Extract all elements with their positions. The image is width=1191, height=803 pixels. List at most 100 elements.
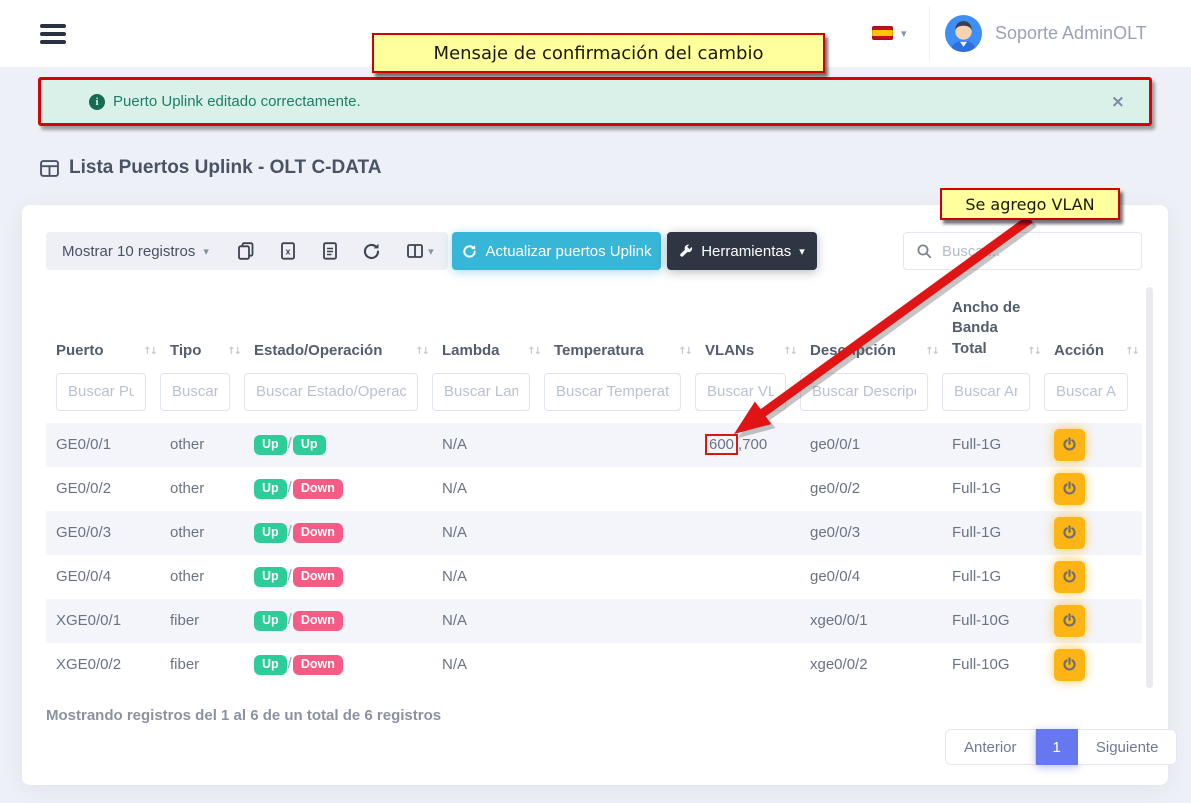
power-toggle-button[interactable] <box>1054 561 1085 593</box>
table-info-text: Mostrando registros del 1 al 6 de un tot… <box>46 707 441 724</box>
sort-icon[interactable]: ↑↓ <box>415 346 428 357</box>
column-header-vlans[interactable]: VLANs↑↓ <box>695 290 800 373</box>
operation-badge: Down <box>293 567 343 587</box>
cell-lambda: N/A <box>432 555 544 599</box>
cell-estado-operacion: Up/Down <box>244 467 432 511</box>
column-header-lambda[interactable]: Lambda↑↓ <box>432 290 544 373</box>
close-icon[interactable]: × <box>1111 92 1125 112</box>
tools-dropdown-button[interactable]: Herramientas ▾ <box>667 232 817 270</box>
column-visibility-button[interactable]: ▾ <box>393 232 447 270</box>
operation-badge: Down <box>293 479 343 499</box>
sort-icon[interactable]: ↑↓ <box>143 346 156 357</box>
cell-lambda: N/A <box>432 643 544 687</box>
power-icon <box>1062 437 1077 452</box>
cell-ancho-banda: Full-1G <box>942 467 1044 511</box>
sort-icon[interactable]: ↑↓ <box>678 346 691 357</box>
cell-accion <box>1044 511 1142 555</box>
sort-icon[interactable]: ↑↓ <box>925 346 938 357</box>
chevron-down-icon: ▾ <box>799 245 805 258</box>
language-dropdown[interactable]: ▾ <box>872 26 907 40</box>
entries-dropdown[interactable]: Mostrar 10 registros ▾ <box>46 243 225 260</box>
power-icon <box>1062 525 1077 540</box>
cell-estado-operacion: Up/Up <box>244 423 432 467</box>
header-row: Puerto↑↓ Tipo↑↓ Estado/Operación↑↓ Lambd… <box>46 290 1142 373</box>
table-scrollbar[interactable] <box>1146 287 1153 688</box>
filter-vlans-input[interactable] <box>695 373 786 411</box>
table-row: XGE0/0/1 fiber Up/Down N/A xge0/0/1 Full… <box>46 599 1142 643</box>
cell-descripcion: ge0/0/3 <box>800 511 942 555</box>
cell-estado-operacion: Up/Down <box>244 599 432 643</box>
column-header-puerto[interactable]: Puerto↑↓ <box>46 290 160 373</box>
pagination-previous-button[interactable]: Anterior <box>945 729 1036 765</box>
badge-separator: / <box>288 567 292 584</box>
cell-temperatura <box>544 555 695 599</box>
operation-badge: Down <box>293 523 343 543</box>
search-input[interactable] <box>942 243 1129 260</box>
export-excel-button[interactable]: x <box>267 232 309 270</box>
cell-tipo: other <box>160 555 244 599</box>
table-row: GE0/0/2 other Up/Down N/A ge0/0/2 Full-1… <box>46 467 1142 511</box>
table-row: GE0/0/1 other Up/Up N/A 600,700 ge0/0/1 … <box>46 423 1142 467</box>
cell-descripcion: ge0/0/1 <box>800 423 942 467</box>
cell-ancho-banda: Full-1G <box>942 423 1044 467</box>
user-name: Soporte AdminOLT <box>995 23 1147 44</box>
column-header-tipo[interactable]: Tipo↑↓ <box>160 290 244 373</box>
power-toggle-button[interactable] <box>1054 473 1085 505</box>
sort-icon[interactable]: ↑↓ <box>527 346 540 357</box>
column-header-descripcion[interactable]: Descripción↑↓ <box>800 290 942 373</box>
power-toggle-button[interactable] <box>1054 517 1085 549</box>
sort-icon[interactable]: ↑↓ <box>783 346 796 357</box>
cell-accion <box>1044 423 1142 467</box>
power-icon <box>1062 569 1077 584</box>
cell-lambda: N/A <box>432 511 544 555</box>
sort-icon[interactable]: ↑↓ <box>1027 346 1040 357</box>
filter-accion-input[interactable] <box>1044 373 1128 411</box>
badge-separator: / <box>288 523 292 540</box>
user-menu[interactable]: Soporte AdminOLT <box>945 15 1147 52</box>
chevron-down-icon: ▾ <box>428 245 434 258</box>
filter-puerto-input[interactable] <box>56 373 146 411</box>
filter-temperatura-input[interactable] <box>544 373 681 411</box>
cell-descripcion: ge0/0/2 <box>800 467 942 511</box>
reload-table-button[interactable] <box>351 232 393 270</box>
pagination-page-1-button[interactable]: 1 <box>1036 729 1078 765</box>
app-window: ▾ Soporte AdminOLT Mensaje de confirmaci… <box>0 0 1191 803</box>
cell-vlans <box>695 511 800 555</box>
filter-estado-input[interactable] <box>244 373 418 411</box>
filter-descripcion-input[interactable] <box>800 373 928 411</box>
sort-icon[interactable]: ↑↓ <box>1125 346 1138 357</box>
cell-ancho-banda: Full-10G <box>942 599 1044 643</box>
update-uplink-ports-button[interactable]: Actualizar puertos Uplink <box>452 232 661 270</box>
export-file-button[interactable] <box>309 232 351 270</box>
filter-tipo-input[interactable] <box>160 373 230 411</box>
table-row: GE0/0/3 other Up/Down N/A ge0/0/3 Full-1… <box>46 511 1142 555</box>
copy-button[interactable] <box>225 232 267 270</box>
navbar-divider <box>929 6 930 61</box>
column-header-accion[interactable]: Acción↑↓ <box>1044 290 1142 373</box>
sort-icon[interactable]: ↑↓ <box>227 346 240 357</box>
power-toggle-button[interactable] <box>1054 605 1085 637</box>
power-icon <box>1062 657 1077 672</box>
filter-ancho-input[interactable] <box>942 373 1030 411</box>
power-toggle-button[interactable] <box>1054 429 1085 461</box>
pagination: Anterior 1 Siguiente <box>945 729 1177 765</box>
cell-vlans <box>695 643 800 687</box>
column-header-estado-operacion[interactable]: Estado/Operación↑↓ <box>244 290 432 373</box>
table-row: GE0/0/4 other Up/Down N/A ge0/0/4 Full-1… <box>46 555 1142 599</box>
hamburger-menu-icon[interactable] <box>40 24 66 48</box>
column-header-ancho-banda[interactable]: Ancho de Banda Total↑↓ <box>942 290 1044 373</box>
cell-temperatura <box>544 511 695 555</box>
cell-tipo: other <box>160 467 244 511</box>
search-icon <box>916 243 932 259</box>
refresh-icon <box>462 244 477 259</box>
badge-separator: / <box>288 611 292 628</box>
cell-accion <box>1044 599 1142 643</box>
column-header-temperatura[interactable]: Temperatura↑↓ <box>544 290 695 373</box>
filter-lambda-input[interactable] <box>432 373 530 411</box>
badge-separator: / <box>288 435 292 452</box>
power-toggle-button[interactable] <box>1054 649 1085 681</box>
status-badge: Up <box>254 567 287 587</box>
annotation-vlan-note: Se agrego VLAN <box>940 188 1120 220</box>
cell-temperatura <box>544 423 695 467</box>
pagination-next-button[interactable]: Siguiente <box>1078 729 1178 765</box>
